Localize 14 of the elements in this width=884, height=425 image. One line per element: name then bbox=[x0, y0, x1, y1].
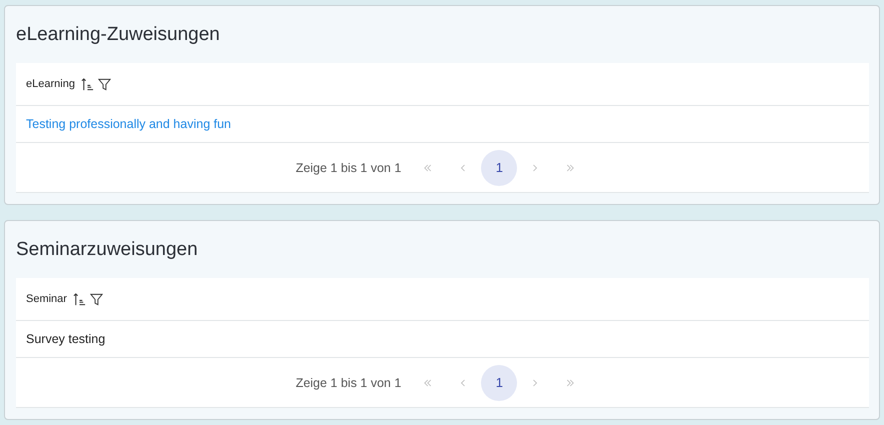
panel-title: Seminarzuweisungen bbox=[16, 238, 199, 262]
sort-icon[interactable] bbox=[72, 292, 86, 306]
panel-title: eLearning-Zuweisungen bbox=[16, 23, 221, 47]
table-link[interactable]: Testing professionally and having fun bbox=[26, 117, 231, 131]
pagination-summary: Zeige 1 bis 1 von 1 bbox=[296, 376, 402, 390]
filter-icon[interactable] bbox=[90, 292, 103, 306]
sort-icon[interactable] bbox=[80, 78, 94, 90]
table-cell: Survey testing bbox=[26, 332, 106, 346]
column-header: Seminar bbox=[26, 293, 67, 305]
pagination-summary: Zeige 1 bis 1 von 1 bbox=[296, 160, 402, 174]
filter-icon[interactable] bbox=[98, 78, 111, 90]
column-header: eLearning bbox=[26, 78, 75, 90]
page-button[interactable]: 1 bbox=[481, 150, 518, 186]
page-button[interactable]: 1 bbox=[481, 364, 518, 400]
